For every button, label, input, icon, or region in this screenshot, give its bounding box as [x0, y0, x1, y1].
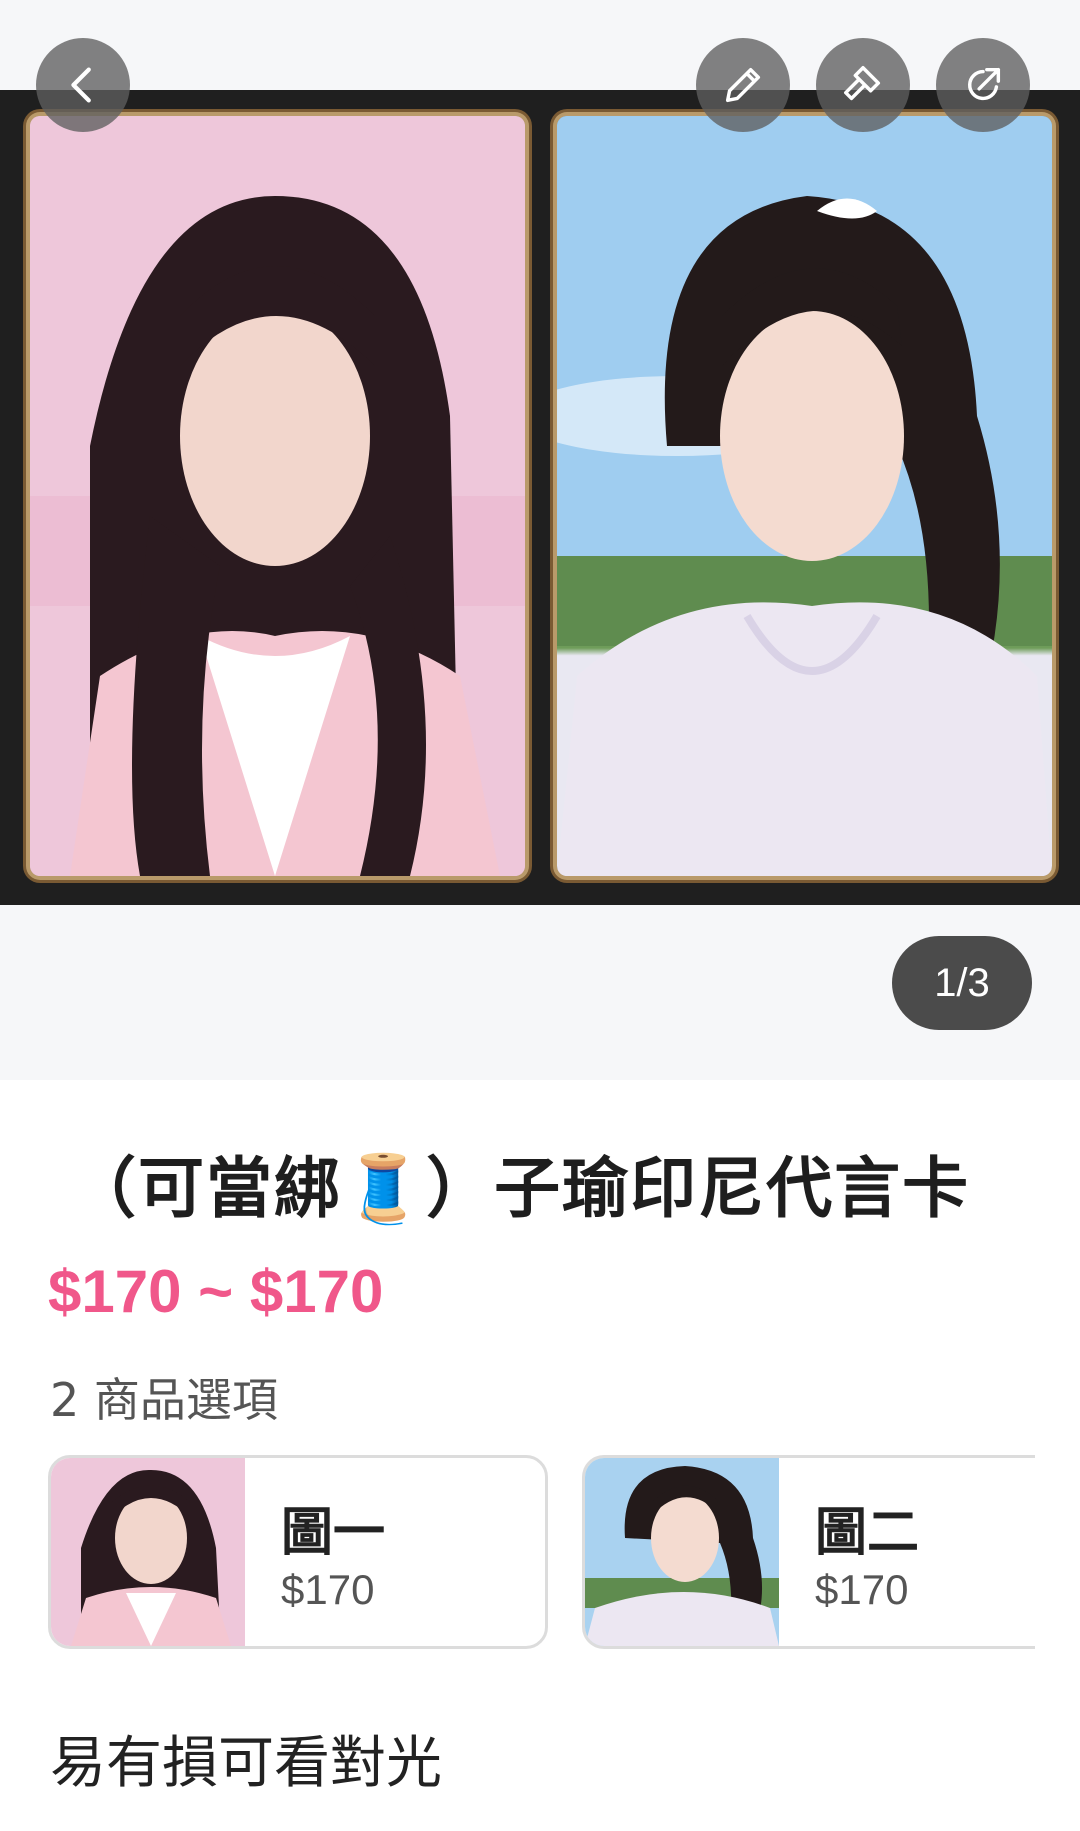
option-thumbnail [585, 1458, 779, 1646]
back-button[interactable] [36, 38, 130, 132]
option-price: $170 [815, 1566, 909, 1613]
option-card[interactable]: 圖二 $170 [582, 1455, 1035, 1649]
edit-button[interactable] [696, 38, 790, 132]
portrait-image [557, 116, 1052, 876]
chevron-left-icon [71, 67, 91, 103]
options-count: 2 商品選項 [50, 1373, 278, 1427]
option-name: 圖一 [281, 1503, 386, 1563]
photo-strip[interactable] [0, 90, 1080, 905]
portrait-image [30, 116, 525, 876]
bid-button[interactable] [816, 38, 910, 132]
option-name: 圖二 [815, 1503, 920, 1563]
option-price: $170 [281, 1566, 375, 1613]
product-description: 易有損可看對光 [50, 1731, 442, 1796]
share-button[interactable] [936, 38, 1030, 132]
gavel-icon [844, 66, 881, 101]
option-thumbnail [51, 1458, 245, 1646]
photocard-sky[interactable] [557, 116, 1052, 876]
image-gallery[interactable]: 1/3 [0, 0, 1080, 1080]
photocard-pink[interactable] [30, 116, 525, 876]
product-price: $170 ~ $170 [48, 1258, 384, 1325]
image-counter: 1/3 [892, 936, 1032, 1030]
share-icon [968, 67, 1001, 101]
product-title: （可當綁🧵）子瑜印尼代言卡 [70, 1150, 971, 1227]
option-card[interactable]: 圖一 $170 [48, 1455, 548, 1649]
pencil-icon [725, 67, 761, 103]
